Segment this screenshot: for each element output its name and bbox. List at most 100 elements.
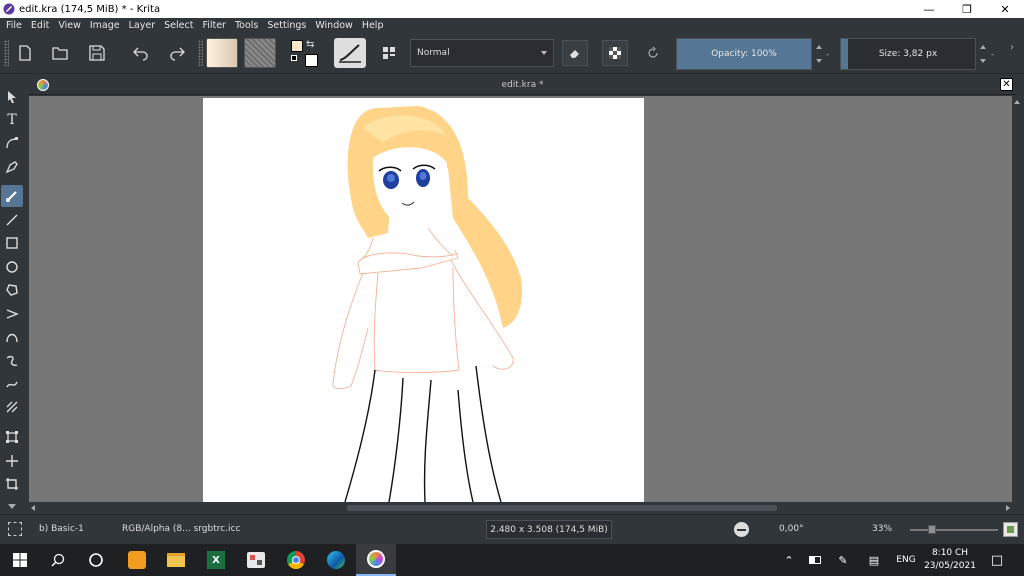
transform-tool[interactable] <box>1 426 23 448</box>
rotation-reset-icon[interactable] <box>734 522 749 537</box>
menu-layer[interactable]: Layer <box>129 20 156 31</box>
opacity-slider[interactable]: Opacity: 100% <box>676 38 812 70</box>
opacity-spin-buttons[interactable] <box>814 38 824 70</box>
line-tool[interactable] <box>1 209 23 231</box>
undo-button[interactable] <box>128 40 154 66</box>
start-button[interactable] <box>0 544 40 576</box>
new-document-button[interactable] <box>12 40 38 66</box>
language-indicator[interactable]: ENG <box>893 544 919 576</box>
menu-tools[interactable]: Tools <box>235 20 258 31</box>
open-document-button[interactable] <box>47 40 73 66</box>
gradient-selector[interactable] <box>206 38 238 68</box>
menu-filter[interactable]: Filter <box>202 20 226 31</box>
taskbar-app-orange[interactable] <box>117 544 157 576</box>
workspace-chooser-button[interactable] <box>376 40 402 66</box>
text-tool[interactable]: T <box>1 109 23 131</box>
redo-button[interactable] <box>164 40 190 66</box>
menu-file[interactable]: File <box>6 20 22 31</box>
cortana-button[interactable] <box>76 544 116 576</box>
default-colors-icon[interactable] <box>291 55 297 61</box>
menu-help[interactable]: Help <box>362 20 384 31</box>
vertical-scrollbar[interactable] <box>1012 96 1022 502</box>
krita-app-icon <box>3 3 15 15</box>
scroll-right-icon[interactable] <box>1006 505 1010 511</box>
canvas-only-icon[interactable] <box>1003 522 1018 537</box>
pattern-selector[interactable] <box>244 38 276 68</box>
menu-select[interactable]: Select <box>164 20 193 31</box>
minimize-icon[interactable]: — <box>910 0 948 18</box>
menu-view[interactable]: View <box>58 20 81 31</box>
scroll-left-icon[interactable] <box>31 505 35 511</box>
menu-edit[interactable]: Edit <box>31 20 49 31</box>
multibrush-tool[interactable] <box>1 396 23 418</box>
toolbox: T <box>0 74 24 514</box>
polyline-tool[interactable] <box>1 303 23 325</box>
size-slider[interactable]: Size: 3,82 px <box>840 38 976 70</box>
notifications-button[interactable]: □ <box>986 544 1008 576</box>
bezier-curve-tool[interactable] <box>1 326 23 348</box>
opacity-menu-icon[interactable]: - <box>826 50 829 60</box>
taskbar-edge[interactable] <box>316 544 356 576</box>
battery-tray[interactable] <box>806 544 824 576</box>
artwork <box>332 106 523 502</box>
show-hidden-icons-button[interactable]: ⌃ <box>780 544 798 576</box>
canvas-workspace[interactable] <box>29 96 1012 502</box>
rotation-angle[interactable]: 0,00° <box>779 524 804 534</box>
text-icon: T <box>7 112 17 128</box>
toolbar-overflow-icon[interactable]: › <box>1010 42 1014 53</box>
background-color[interactable] <box>305 54 318 67</box>
ellipse-tool[interactable] <box>1 256 23 278</box>
network-tray[interactable]: ▤ <box>864 544 884 576</box>
zoom-slider-knob[interactable] <box>927 525 936 534</box>
legs <box>344 365 502 502</box>
edit-shapes-tool[interactable] <box>1 132 23 154</box>
close-document-icon[interactable]: ✕ <box>1000 78 1013 91</box>
crop-tool[interactable] <box>1 473 23 495</box>
blend-mode-select[interactable]: Normal <box>410 39 554 67</box>
restore-icon[interactable]: ❐ <box>948 0 986 18</box>
freehand-brush-tool[interactable] <box>1 185 23 207</box>
search-button[interactable] <box>38 544 78 576</box>
taskbar-excel[interactable]: X <box>196 544 236 576</box>
foreground-color[interactable] <box>291 40 303 52</box>
selection-mode-icon[interactable] <box>8 522 22 536</box>
zoom-level[interactable]: 33% <box>872 524 892 534</box>
horizontal-scroll-thumb[interactable] <box>347 505 777 511</box>
taskbar-file-explorer[interactable] <box>156 544 196 576</box>
rectangle-tool[interactable] <box>1 232 23 254</box>
menu-window[interactable]: Window <box>315 20 352 31</box>
size-spin-buttons[interactable] <box>978 38 988 70</box>
pen-tray[interactable]: ✎ <box>834 544 852 576</box>
eraser-mode-button[interactable] <box>562 40 588 66</box>
menu-image[interactable]: Image <box>90 20 120 31</box>
freehand-path-tool[interactable] <box>1 350 23 372</box>
preserve-alpha-button[interactable] <box>602 40 628 66</box>
calligraphy-tool[interactable] <box>1 156 23 178</box>
toolbar-grip[interactable] <box>198 40 203 66</box>
brush-preset-button[interactable] <box>334 38 366 68</box>
select-shapes-tool[interactable] <box>1 86 23 108</box>
move-tool[interactable] <box>1 450 23 472</box>
taskbar-snip-app[interactable] <box>236 544 276 576</box>
toolbox-scroll-down-icon[interactable] <box>8 504 16 509</box>
menu-settings[interactable]: Settings <box>267 20 306 31</box>
reload-preset-button[interactable] <box>640 40 666 66</box>
document-tab-title[interactable]: edit.kra * <box>502 80 544 90</box>
swap-colors-icon[interactable]: ⇆ <box>306 39 314 50</box>
drawing-canvas[interactable] <box>203 98 644 502</box>
save-button[interactable] <box>84 40 110 66</box>
toolbar-grip[interactable] <box>4 40 9 66</box>
polygon-tool[interactable] <box>1 279 23 301</box>
horizontal-scrollbar[interactable] <box>29 502 1012 514</box>
multibrush-icon <box>6 401 18 413</box>
taskbar-chrome[interactable] <box>276 544 316 576</box>
scroll-up-icon[interactable] <box>1014 100 1020 104</box>
taskbar-clock[interactable]: 8:10 CH 23/05/2021 <box>918 547 982 573</box>
close-icon[interactable]: ✕ <box>986 0 1024 18</box>
window-titlebar: edit.kra (174,5 MiB) * - Krita — ❐ ✕ <box>0 0 1024 18</box>
taskbar-krita[interactable] <box>356 544 396 576</box>
zoom-slider[interactable] <box>910 525 998 534</box>
size-menu-icon[interactable]: - <box>991 50 994 60</box>
dynamic-brush-tool[interactable] <box>1 373 23 395</box>
color-swatches[interactable]: ⇆ <box>289 38 321 70</box>
